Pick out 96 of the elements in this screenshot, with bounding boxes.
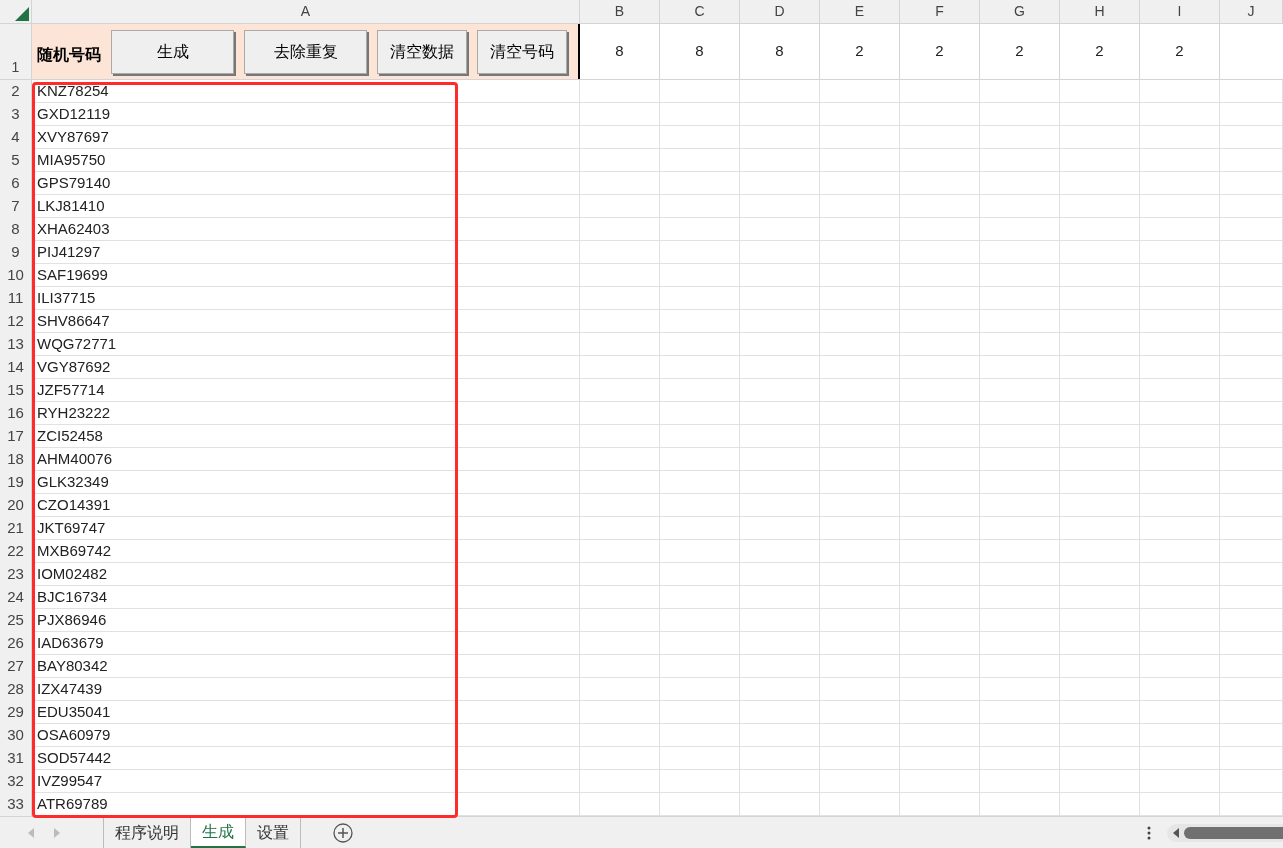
row-header[interactable]: 28	[0, 678, 32, 701]
table-cell: 2	[1140, 24, 1220, 79]
column-header[interactable]: B	[580, 0, 660, 23]
row-header[interactable]: 16	[0, 402, 32, 425]
code-text: PIJ41297	[37, 242, 101, 262]
column-header[interactable]: F	[900, 0, 980, 23]
row-header[interactable]: 33	[0, 793, 32, 816]
row-header[interactable]: 24	[0, 586, 32, 609]
code-text: GLK32349	[37, 472, 109, 492]
macro-button[interactable]: 去除重复	[244, 29, 367, 74]
column-header[interactable]: I	[1140, 0, 1220, 23]
code-text: JZF57714	[37, 380, 105, 400]
code-text: BAY80342	[37, 656, 108, 676]
table-cell: 8	[580, 24, 660, 79]
column-header[interactable]: C	[660, 0, 740, 23]
column-header[interactable]: D	[740, 0, 820, 23]
row-header[interactable]: 12	[0, 310, 32, 333]
code-text: GPS79140	[37, 173, 111, 193]
column-header[interactable]: A	[32, 0, 580, 23]
row-header[interactable]: 23	[0, 563, 32, 586]
column-header[interactable]: E	[820, 0, 900, 23]
header-label: 随机号码	[37, 44, 101, 65]
table-cell: 2	[820, 24, 900, 79]
row-header[interactable]: 32	[0, 770, 32, 793]
code-text: SAF19699	[37, 265, 108, 285]
sheet-tab[interactable]: 设置	[246, 817, 301, 848]
code-text: SOD57442	[37, 748, 112, 768]
macro-button[interactable]: 清空数据	[377, 29, 467, 74]
row-header[interactable]: 15	[0, 379, 32, 402]
row-header[interactable]: 29	[0, 701, 32, 724]
row-header[interactable]: 10	[0, 264, 32, 287]
code-text: ZCI52458	[37, 426, 103, 446]
column-header[interactable]: G	[980, 0, 1060, 23]
table-cell: 8	[740, 24, 820, 79]
row-header[interactable]: 22	[0, 540, 32, 563]
code-text: JKT69747	[37, 518, 106, 538]
sheet-tab[interactable]: 生成	[191, 817, 246, 848]
macro-button[interactable]: 生成	[111, 29, 234, 74]
code-text: MXB69742	[37, 541, 112, 561]
macro-button[interactable]: 清空号码	[477, 29, 567, 74]
code-text: XVY87697	[37, 127, 109, 147]
row-header[interactable]: 27	[0, 655, 32, 678]
code-text: SHV86647	[37, 311, 110, 331]
row-header[interactable]: 31	[0, 747, 32, 770]
code-text: IAD63679	[37, 633, 104, 653]
column-header[interactable]: H	[1060, 0, 1140, 23]
scrollbar-thumb[interactable]	[1184, 826, 1283, 839]
row-header[interactable]: 17	[0, 425, 32, 448]
row-header[interactable]: 21	[0, 517, 32, 540]
code-text: IZX47439	[37, 679, 103, 699]
row-header[interactable]: 9	[0, 241, 32, 264]
more-options-icon[interactable]	[1147, 825, 1151, 840]
row-header[interactable]: 8	[0, 218, 32, 241]
code-text: IVZ99547	[37, 771, 103, 791]
table-cell: 8	[660, 24, 740, 79]
code-text: OSA60979	[37, 725, 111, 745]
code-text: BJC16734	[37, 587, 108, 607]
column-header[interactable]: J	[1220, 0, 1283, 23]
row-header[interactable]: 13	[0, 333, 32, 356]
row-header[interactable]: 19	[0, 471, 32, 494]
add-sheet-icon[interactable]	[333, 822, 353, 843]
row-header[interactable]: 18	[0, 448, 32, 471]
table-cell: 2	[1060, 24, 1140, 79]
select-all-corner-icon[interactable]	[15, 7, 29, 21]
code-text: KNZ78254	[37, 81, 109, 101]
row-header[interactable]: 6	[0, 172, 32, 195]
row-header[interactable]: 26	[0, 632, 32, 655]
code-text: CZO14391	[37, 495, 111, 515]
row-header[interactable]: 4	[0, 126, 32, 149]
code-text: MIA95750	[37, 150, 106, 170]
row-header[interactable]: 14	[0, 356, 32, 379]
code-text: ILI37715	[37, 288, 96, 308]
scroll-left-icon[interactable]	[1173, 827, 1180, 838]
row-header[interactable]: 11	[0, 287, 32, 310]
row-header[interactable]: 30	[0, 724, 32, 747]
row-header[interactable]: 20	[0, 494, 32, 517]
code-text: GXD12119	[37, 104, 111, 124]
row-header[interactable]: 7	[0, 195, 32, 218]
row-header[interactable]: 2	[0, 80, 32, 103]
row-header[interactable]: 25	[0, 609, 32, 632]
row-header[interactable]: 1	[0, 24, 32, 79]
code-text: RYH23222	[37, 403, 111, 423]
code-text: XHA62403	[37, 219, 110, 239]
row-header[interactable]: 3	[0, 103, 32, 126]
table-cell: 2	[900, 24, 980, 79]
code-text: VGY87692	[37, 357, 111, 377]
code-text: AHM40076	[37, 449, 113, 469]
code-text: EDU35041	[37, 702, 111, 722]
code-text: PJX86946	[37, 610, 107, 630]
row-header[interactable]: 5	[0, 149, 32, 172]
code-text: LKJ81410	[37, 196, 105, 216]
code-text: IOM02482	[37, 564, 108, 584]
code-text: WQG72771	[37, 334, 117, 354]
horizontal-scrollbar[interactable]	[1167, 823, 1283, 842]
table-cell: 2	[980, 24, 1060, 79]
code-text: ATR69789	[37, 794, 108, 814]
